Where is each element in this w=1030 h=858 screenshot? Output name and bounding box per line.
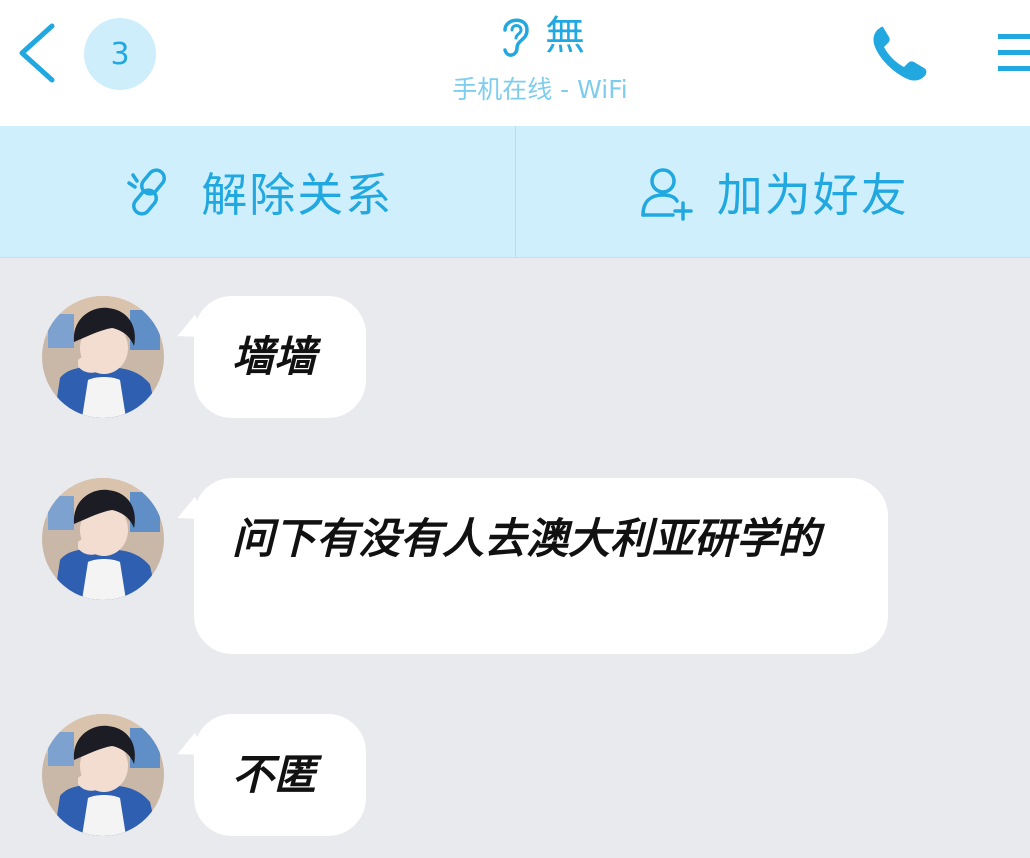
chat-message: 墙墙 bbox=[0, 296, 1030, 420]
avatar[interactable] bbox=[42, 296, 164, 418]
avatar[interactable] bbox=[42, 714, 164, 836]
avatar-illustration bbox=[42, 714, 164, 836]
chat-message: 问下有没有人去澳大利亚研学的 bbox=[0, 478, 1030, 658]
phone-icon[interactable] bbox=[866, 22, 934, 86]
unread-count-badge[interactable]: 3 bbox=[84, 18, 156, 90]
avatar[interactable] bbox=[42, 478, 164, 600]
message-bubble[interactable]: 不匿 bbox=[194, 714, 366, 836]
add-friend-label: 加为好友 bbox=[716, 167, 909, 222]
avatar-illustration bbox=[42, 296, 164, 418]
menu-icon[interactable] bbox=[994, 28, 1030, 76]
chat-message: 不匿 bbox=[0, 714, 1030, 838]
relationship-action-bar: 解除关系 加为好友 bbox=[0, 126, 1030, 258]
contact-name: 無 bbox=[545, 13, 585, 59]
add-friend-button[interactable]: 加为好友 bbox=[514, 126, 1030, 257]
online-status: 手机在线 - WiFi bbox=[452, 75, 628, 104]
ear-icon bbox=[503, 18, 529, 57]
chat-title: 無 手机在线 - WiFi bbox=[360, 8, 720, 106]
unlink-icon bbox=[127, 167, 167, 216]
unlink-relationship-label: 解除关系 bbox=[201, 167, 394, 222]
message-bubble[interactable]: 墙墙 bbox=[194, 296, 366, 418]
back-chevron-icon[interactable] bbox=[14, 22, 60, 84]
add-friend-icon bbox=[641, 167, 693, 221]
unlink-relationship-button[interactable]: 解除关系 bbox=[0, 126, 515, 257]
chat-header: 3 無 手机在线 - WiFi bbox=[0, 0, 1030, 126]
message-bubble[interactable]: 问下有没有人去澳大利亚研学的 bbox=[194, 478, 888, 654]
avatar-illustration bbox=[42, 478, 164, 600]
